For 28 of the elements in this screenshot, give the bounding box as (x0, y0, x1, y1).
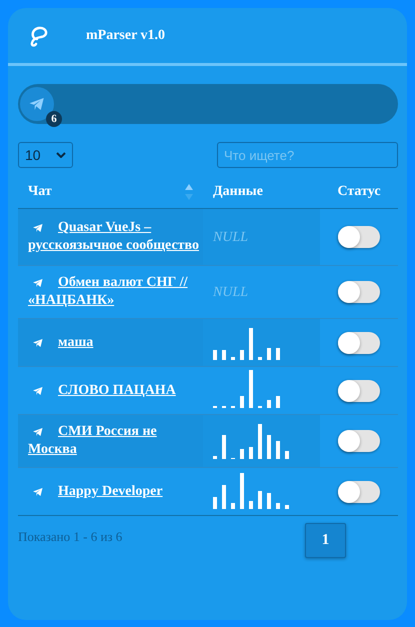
page-button[interactable]: 1 (305, 523, 346, 558)
chat-link[interactable]: Обмен валют СНГ // «НАЦБАНК» (28, 274, 199, 310)
paper-plane-icon (32, 277, 44, 289)
status-toggle[interactable] (338, 480, 380, 502)
status-toggle[interactable] (338, 380, 380, 402)
entries-info: Показано 1 - 6 из 6 (18, 529, 122, 545)
column-header: Чат (28, 184, 52, 200)
paper-plane-icon (32, 486, 44, 498)
chat-link[interactable]: Happy Developer (28, 482, 199, 500)
paper-plane-icon (32, 426, 44, 438)
paper-plane-icon (32, 336, 44, 348)
search-field[interactable]: Что ищете? (217, 142, 398, 168)
page-size-select[interactable]: 10 (18, 142, 73, 168)
status-toggle[interactable] (338, 281, 380, 303)
app-title: mParser v1.0 (86, 28, 166, 44)
paper-plane-icon (32, 384, 44, 396)
data-value: NULL (213, 230, 248, 245)
paper-plane-icon (32, 222, 44, 234)
column-header: Данные (213, 184, 263, 199)
chevron-down-icon (56, 152, 66, 158)
count-badge: 6 (46, 111, 62, 127)
status-toggle[interactable] (338, 226, 380, 248)
chat-link[interactable]: СЛОВО ПАЦАНА (28, 382, 199, 400)
status-toggle[interactable] (338, 332, 380, 354)
column-header: Статус (337, 184, 381, 199)
data-value: NULL (213, 285, 248, 300)
status-toggle[interactable] (338, 430, 380, 452)
paper-plane-icon (28, 95, 46, 113)
